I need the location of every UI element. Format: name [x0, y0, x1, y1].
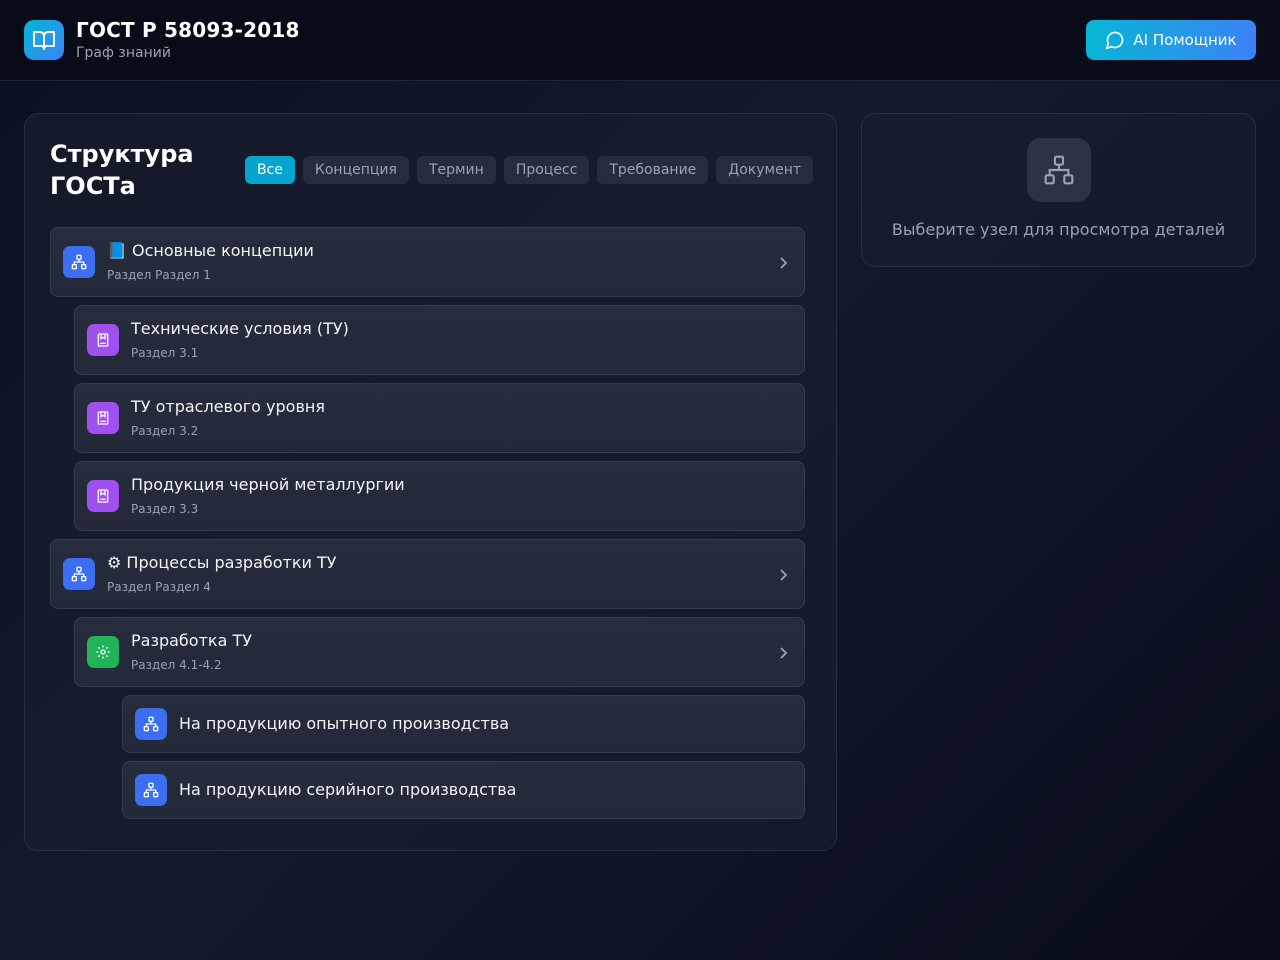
app-subtitle: Граф знаний [76, 45, 171, 61]
filter-process[interactable]: Процесс [503, 156, 590, 184]
structure-panel: Структура ГОСТа Все Концепция Термин Про… [24, 113, 837, 851]
node-subtitle: Раздел Раздел 4 [107, 580, 211, 594]
filter-document[interactable]: Документ [716, 156, 814, 184]
node-subtitle: Раздел Раздел 1 [107, 268, 211, 282]
hierarchy-icon [135, 708, 167, 740]
tree-node-industry-tu[interactable]: ТУ отраслевого уровня Раздел 3.2 [74, 383, 805, 453]
node-title: Технические условия (ТУ) [131, 319, 349, 338]
node-title: На продукцию опытного производства [179, 714, 510, 733]
ai-assistant-label: AI Помощник [1133, 31, 1237, 49]
hierarchy-icon [1027, 138, 1091, 202]
filter-bar: Все Концепция Термин Процесс Требование … [245, 156, 814, 184]
node-subtitle: Раздел 3.2 [131, 424, 199, 438]
node-title: Разработка ТУ [131, 631, 252, 650]
chat-bubble-icon [1105, 30, 1125, 50]
book-open-icon [24, 20, 64, 60]
details-placeholder: Выберите узел для просмотра деталей [891, 220, 1226, 239]
filter-all[interactable]: Все [245, 156, 295, 184]
node-title: На продукцию серийного производства [179, 780, 517, 799]
app-title: ГОСТ Р 58093-2018 [76, 18, 300, 42]
hierarchy-icon [63, 558, 95, 590]
tree-node-tech-conditions[interactable]: Технические условия (ТУ) Раздел 3.1 [74, 305, 805, 375]
node-subtitle: Раздел 3.3 [131, 502, 199, 516]
tree-node-serial-production[interactable]: На продукцию серийного производства [122, 761, 805, 819]
node-subtitle: Раздел 4.1-4.2 [131, 658, 222, 672]
chevron-right-icon [780, 569, 788, 581]
book-icon [87, 480, 119, 512]
book-icon [87, 402, 119, 434]
node-title: 📘 Основные концепции [107, 241, 314, 260]
node-title: ⚙ Процессы разработки ТУ [107, 553, 337, 572]
node-title: ТУ отраслевого уровня [131, 397, 325, 416]
tree-node-tu-processes[interactable]: ⚙ Процессы разработки ТУ Раздел Раздел 4 [50, 539, 805, 609]
panel-title: Структура ГОСТа [50, 140, 194, 200]
node-title: Продукция черной металлургии [131, 475, 405, 494]
chevron-right-icon [780, 257, 788, 269]
tree-node-pilot-production[interactable]: На продукцию опытного производства [122, 695, 805, 753]
hierarchy-icon [63, 246, 95, 278]
details-panel: Выберите узел для просмотра деталей [861, 113, 1256, 267]
filter-requirement[interactable]: Требование [597, 156, 709, 184]
node-subtitle: Раздел 3.1 [131, 346, 199, 360]
tree-node-ferrous-metallurgy[interactable]: Продукция черной металлургии Раздел 3.3 [74, 461, 805, 531]
ai-assistant-button[interactable]: AI Помощник [1086, 20, 1256, 60]
filter-term[interactable]: Термин [416, 156, 496, 184]
hierarchy-icon [135, 774, 167, 806]
chevron-right-icon [780, 647, 788, 659]
filter-concept[interactable]: Концепция [302, 156, 409, 184]
tree-node-tu-development[interactable]: Разработка ТУ Раздел 4.1-4.2 [74, 617, 805, 687]
book-icon [87, 324, 119, 356]
gear-icon [87, 636, 119, 668]
app-header: ГОСТ Р 58093-2018 Граф знаний AI Помощни… [0, 0, 1280, 81]
tree-node-basic-concepts[interactable]: 📘 Основные концепции Раздел Раздел 1 [50, 227, 805, 297]
